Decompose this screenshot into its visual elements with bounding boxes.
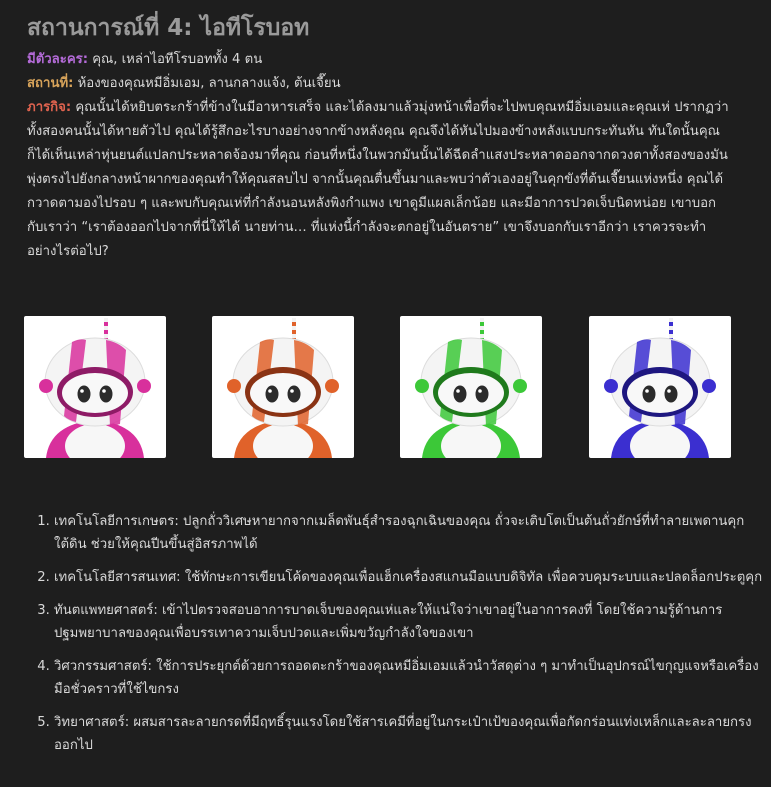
skill-option-5: วิทยาศาสตร์: ผสมสารละลายกรดที่มีฤทธิ์รุน… (54, 711, 766, 757)
mission-value: คุณนั้นได้หยิบตระกร้าที่ข้างในมีอาหารเสร… (27, 100, 729, 259)
mission-row: ภารกิจ: คุณนั้นได้หยิบตระกร้าที่ข้างในมี… (27, 96, 732, 264)
robot-icon (604, 318, 716, 458)
robot-image-1 (24, 316, 166, 458)
characters-label: มีตัวละคร: (27, 52, 89, 67)
characters-row: มีตัวละคร: คุณ, เหล่าไอทีโรบอททั้ง 4 ตน (27, 48, 732, 72)
mission-label: ภารกิจ: (27, 100, 72, 115)
scenario-title: สถานการณ์ที่ 4: ไอทีโรบอท (27, 15, 310, 41)
skill-option-4: วิศวกรรมศาสตร์: ใช้การประยุกต์ด้วยการถอด… (54, 655, 766, 701)
robot-image-4 (589, 316, 731, 458)
place-value: ห้องของคุณหมีอิ่มเอม, ลานกลางแจ้ง, ต้นเจ… (73, 76, 341, 91)
robot-image-3 (400, 316, 542, 458)
place-row: สถานที่: ห้องของคุณหมีอิ่มเอม, ลานกลางแจ… (27, 72, 732, 96)
characters-value: คุณ, เหล่าไอทีโรบอททั้ง 4 ตน (88, 52, 263, 67)
skill-option-3: ทันตแพทยศาสตร์: เข้าไปตรวจสอบอาการบาดเจ็… (54, 599, 766, 645)
robot-image-2 (212, 316, 354, 458)
skill-option-2: เทคโนโลยีสารสนเทศ: ใช้ทักษะการเขียนโค้ดข… (54, 566, 766, 589)
skill-option-1: เทคโนโลยีการเกษตร: ปลูกถั่ววิเศษหายากจาก… (54, 510, 766, 556)
robot-gallery (24, 316, 736, 460)
robot-icon (415, 318, 527, 458)
robot-icon (39, 318, 151, 458)
skill-options-list: เทคโนโลยีการเกษตร: ปลูกถั่ววิเศษหายากจาก… (27, 510, 766, 767)
robot-icon (227, 318, 339, 458)
place-label: สถานที่: (27, 76, 74, 91)
scenario-meta: มีตัวละคร: คุณ, เหล่าไอทีโรบอททั้ง 4 ตน … (27, 48, 732, 264)
